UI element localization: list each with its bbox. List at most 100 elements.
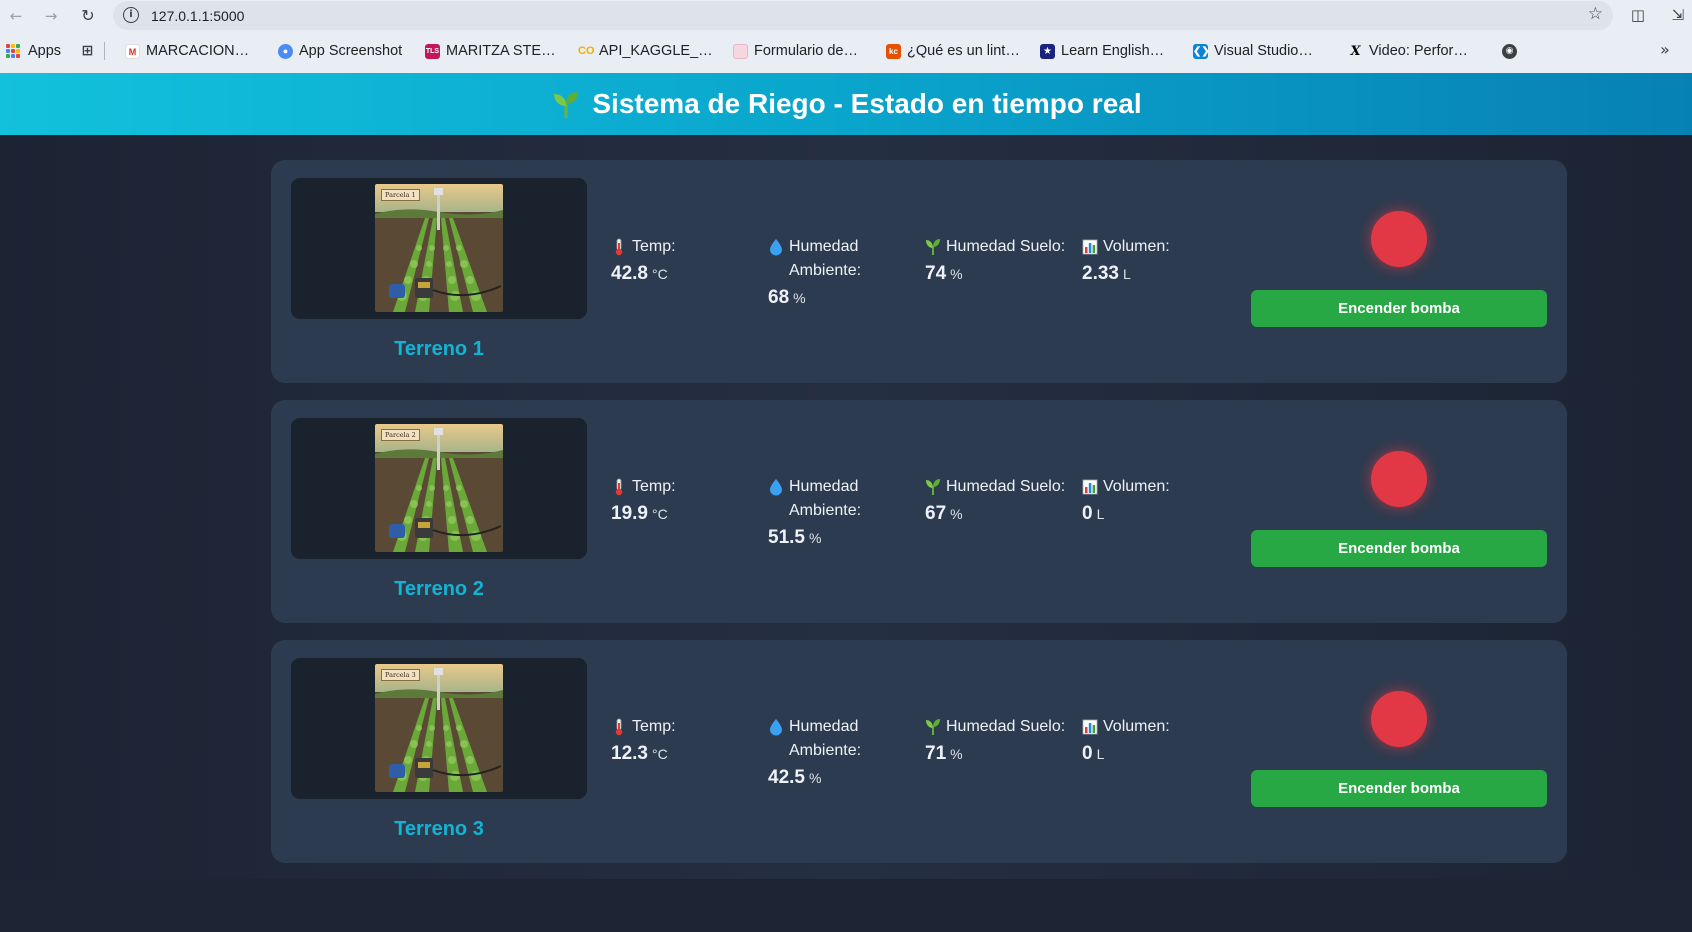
- temp-label-text: Temp:: [632, 718, 676, 735]
- pump-status-indicator: [1371, 691, 1427, 747]
- volume-unit: L: [1122, 266, 1131, 282]
- droplet-shape: [770, 719, 782, 736]
- forward-icon[interactable]: →: [40, 5, 62, 27]
- volume-value: 0: [1082, 743, 1093, 764]
- volume-value-row: 2.33 L: [1082, 261, 1222, 287]
- humidity-value: 51.5: [768, 527, 805, 548]
- bookmark-visual-studio[interactable]: ❮❯ Visual Studio…: [1193, 41, 1313, 61]
- humidity-metric: Humedad Ambiente: 42.5%: [768, 715, 898, 791]
- reload-icon[interactable]: ↻: [77, 5, 99, 27]
- address-bar[interactable]: i 127.0.1.1:5000 ☆: [113, 1, 1613, 30]
- soil-label: Humedad Suelo:: [925, 475, 1085, 499]
- plant: [446, 741, 452, 747]
- bookmark-app-screenshot[interactable]: ● App Screenshot: [278, 41, 402, 61]
- site-info-icon[interactable]: i: [123, 7, 139, 23]
- chart-bar: [1088, 723, 1092, 733]
- back-icon[interactable]: ←: [5, 5, 27, 27]
- more-bookmarks-icon[interactable]: »: [1660, 40, 1670, 59]
- plant: [443, 725, 449, 731]
- pump-tank: [389, 524, 405, 538]
- humidity-unit: %: [808, 770, 822, 786]
- kc-icon: kc: [886, 43, 901, 59]
- field-illustration: [375, 664, 503, 792]
- droplet-icon: [770, 719, 782, 736]
- bookmark-formulario[interactable]: Formulario de…: [733, 41, 858, 61]
- plant: [443, 245, 449, 251]
- volume-metric: Volumen: 2.33 L: [1082, 235, 1222, 287]
- soil-unit: %: [950, 746, 963, 762]
- colab-icon: CO: [578, 44, 595, 57]
- soil-value-row: 74%: [925, 261, 1085, 287]
- bookmark-learn-english[interactable]: ★ Learn English…: [1040, 41, 1164, 61]
- bookmark-label: MARCACION…: [146, 43, 250, 59]
- pump-status-indicator: [1371, 451, 1427, 507]
- temp-label: Temp:: [611, 475, 751, 499]
- volume-unit: L: [1096, 746, 1105, 762]
- tls-icon: TLS: [425, 43, 440, 59]
- humidity-value-row: 42.5%: [768, 765, 898, 791]
- plant: [426, 501, 432, 507]
- volume-unit: L: [1096, 506, 1105, 522]
- plant: [404, 516, 412, 524]
- bookmark-label: Formulario de…: [754, 43, 858, 59]
- plant: [466, 276, 474, 284]
- plant: [466, 516, 474, 524]
- gmail-icon: M: [125, 43, 140, 59]
- humidity-value-row: 68%: [768, 285, 898, 311]
- sensor-head: [434, 428, 443, 435]
- chart-bar: [1092, 725, 1096, 733]
- field-image: Parcela 1: [375, 184, 503, 312]
- star-logo-icon: ★: [1040, 43, 1055, 59]
- volume-label-text: Volumen:: [1103, 718, 1170, 735]
- parcel-label: Parcela 1: [381, 189, 420, 201]
- extensions-icon[interactable]: ◫: [1628, 5, 1648, 25]
- soil-value-row: 71%: [925, 741, 1085, 767]
- field-image: Parcela 3: [375, 664, 503, 792]
- profile-icon[interactable]: ⇲: [1668, 5, 1688, 25]
- bookmark-label: Apps: [28, 43, 62, 59]
- humidity-label: Humedad Ambiente:: [768, 475, 898, 523]
- form-icon: [733, 43, 748, 59]
- droplet-shape: [770, 239, 782, 256]
- pump-toggle-button[interactable]: Encender bomba: [1251, 530, 1547, 567]
- soil-metric: Humedad Suelo: 74%: [925, 235, 1085, 287]
- pump-toggle-button[interactable]: Encender bomba: [1251, 290, 1547, 327]
- bookmark-maritza[interactable]: TLS MARITZA STE…: [425, 41, 556, 61]
- bookmark-video[interactable]: X Video: Perfor…: [1348, 41, 1467, 61]
- droplet-icon: [770, 479, 782, 496]
- seedling-icon: [926, 479, 940, 495]
- vscode-icon: ❮❯: [1193, 43, 1210, 59]
- bookmark-api-kaggle[interactable]: CO API_KAGGLE_…: [578, 41, 713, 61]
- sensor-pole: [437, 670, 440, 710]
- app-title-text: Sistema de Riego - Estado en tiempo real: [592, 88, 1142, 119]
- temp-label: Temp:: [611, 715, 751, 739]
- plant: [460, 260, 468, 268]
- bookmark-globe[interactable]: ◉: [1502, 41, 1523, 61]
- bookmark-label: Learn English…: [1061, 43, 1165, 59]
- volume-value: 0: [1082, 503, 1093, 524]
- temp-value: 12.3: [611, 743, 648, 764]
- plant: [426, 261, 432, 267]
- temp-label: Temp:: [611, 235, 751, 259]
- humidity-value-row: 51.5%: [768, 525, 898, 551]
- bookmark-apps[interactable]: Apps: [6, 41, 61, 61]
- volume-value-row: 0L: [1082, 741, 1222, 767]
- page-footer-area: [0, 879, 1692, 932]
- sensor-pole: [437, 430, 440, 470]
- soil-label: Humedad Suelo:: [925, 715, 1085, 739]
- terreno-name: Terreno 1: [394, 338, 484, 360]
- bookmark-tab-groups[interactable]: ⊞: [80, 41, 101, 61]
- humidity-label-text: Humedad Ambiente:: [789, 238, 862, 279]
- volume-metric: Volumen: 0L: [1082, 475, 1222, 527]
- bookmark-marcacion[interactable]: M MARCACION…: [125, 41, 249, 61]
- bookmark-linter[interactable]: kc ¿Qué es un lint…: [886, 41, 1020, 61]
- droplet-shape: [770, 479, 782, 496]
- bookmark-star-icon[interactable]: ☆: [1588, 4, 1603, 24]
- bookmark-label: App Screenshot: [299, 43, 403, 59]
- plant: [410, 500, 418, 508]
- plant: [416, 485, 422, 491]
- volume-label-text: Volumen:: [1103, 238, 1170, 255]
- pump-toggle-button[interactable]: Encender bomba: [1251, 770, 1547, 807]
- plant: [429, 245, 435, 251]
- url-text[interactable]: 127.0.1.1:5000: [151, 8, 244, 24]
